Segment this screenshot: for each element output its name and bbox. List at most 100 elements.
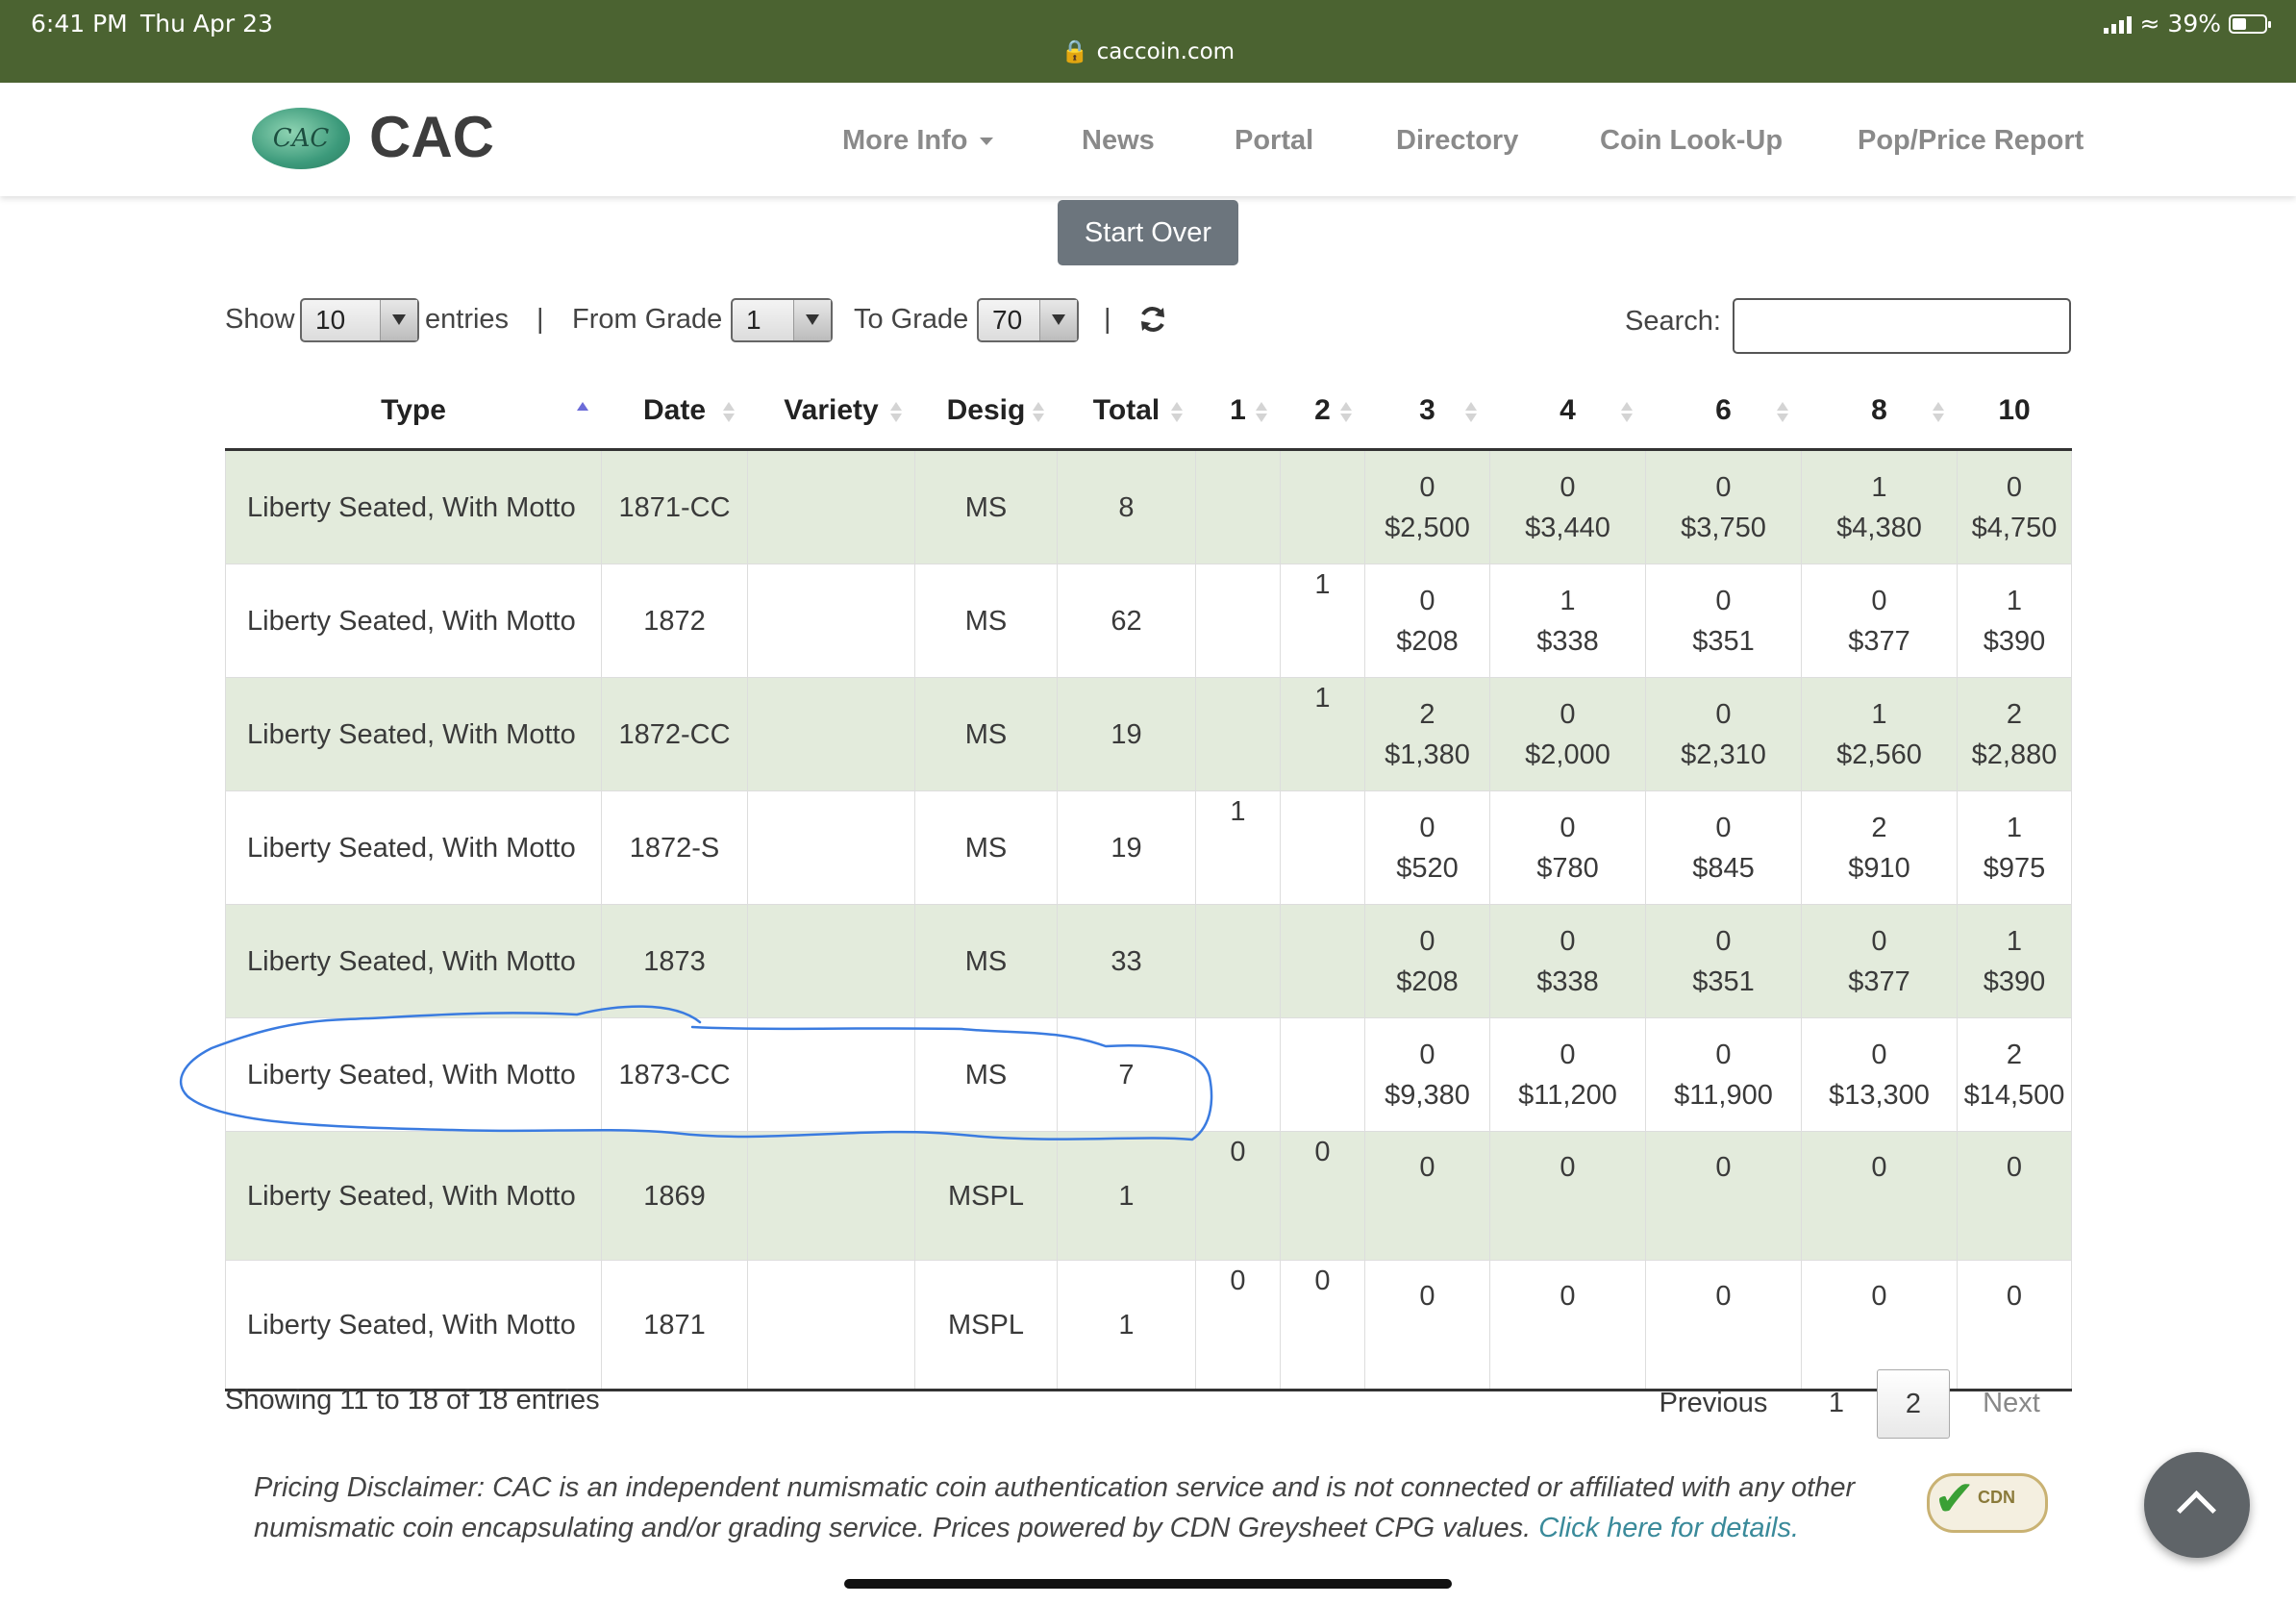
battery-icon [2229, 13, 2271, 34]
sort-icon [1620, 402, 1633, 423]
cell-g3: 0 [1364, 1260, 1490, 1391]
cell-g6: 0 [1645, 1131, 1802, 1261]
check-icon: ✔ [1934, 1470, 1976, 1528]
cell-total: 19 [1057, 790, 1196, 905]
grade-count: 0 [1715, 925, 1732, 957]
sort-icon [1170, 402, 1183, 423]
lock-icon: 🔒 [1061, 39, 1089, 64]
cell-grade-1: 0 [1195, 1260, 1281, 1391]
cell-desig: MSPL [914, 1260, 1058, 1391]
grade-count: 0 [1871, 1281, 1887, 1312]
start-over-button[interactable]: Start Over [1058, 200, 1238, 265]
page-2-button[interactable]: 2 [1877, 1369, 1950, 1439]
col-grade-3[interactable]: 3 [1364, 373, 1490, 451]
grade-count: 0 [2006, 471, 2023, 503]
cell-date: 1873 [601, 904, 748, 1018]
nav-directory[interactable]: Directory [1396, 125, 1518, 157]
from-grade-select[interactable]: 1 [731, 298, 833, 342]
grade-price: $1,380 [1385, 739, 1470, 770]
cell-g3: 2 $1,380 [1364, 677, 1490, 791]
col-grade-4[interactable]: 4 [1489, 373, 1646, 451]
col-label: Desig [946, 394, 1026, 426]
col-grade-6[interactable]: 6 [1645, 373, 1802, 451]
scroll-to-top-button[interactable] [2144, 1452, 2250, 1558]
from-grade-value: 1 [746, 305, 761, 335]
sort-icon [1032, 402, 1044, 423]
home-indicator [844, 1579, 1452, 1589]
nav-pop-price-report[interactable]: Pop/Price Report [1858, 125, 2084, 157]
grade-price: $351 [1692, 965, 1755, 997]
cell-date: 1873-CC [601, 1017, 748, 1132]
nav-news[interactable]: News [1082, 125, 1155, 157]
cell-g3: 0 [1364, 1131, 1490, 1261]
cell-type: Liberty Seated, With Motto [225, 1017, 602, 1132]
grade-count: 2 [2006, 1039, 2023, 1070]
grade-count: 1 [1871, 698, 1887, 730]
cell-desig: MS [914, 1017, 1058, 1132]
table-row: Liberty Seated, With Motto 1871 MSPL 1 0 0 0 0 0… [225, 1260, 2072, 1391]
col-total[interactable]: Total [1057, 373, 1196, 451]
cell-g3: 0 $208 [1364, 904, 1490, 1018]
col-grade-8[interactable]: 8 [1801, 373, 1958, 451]
table-row: Liberty Seated, With Motto 1872-S MS 19 1 0 $5… [225, 790, 2072, 905]
search-input[interactable] [1733, 298, 2071, 354]
from-grade-label: From Grade [572, 304, 723, 335]
separator: | [537, 304, 544, 335]
cell-grade-1 [1195, 449, 1281, 564]
grade-count: 0 [1715, 1152, 1732, 1183]
site-brand[interactable]: CAC [369, 104, 494, 170]
grade-price: $4,380 [1836, 512, 1922, 543]
cell-g8: 0 $13,300 [1801, 1017, 1958, 1132]
grade-count: 0 [1560, 698, 1576, 730]
col-grade-1[interactable]: 1 [1195, 373, 1281, 451]
grade-price: $2,500 [1385, 512, 1470, 543]
cell-g10: 1 $975 [1957, 790, 2072, 905]
col-grade-10[interactable]: 10 [1957, 373, 2072, 451]
col-grade-2[interactable]: 2 [1280, 373, 1365, 451]
page-1-button[interactable]: 1 [1808, 1369, 1865, 1437]
cdn-powered-badge[interactable]: ✔ CDN [1927, 1470, 2048, 1533]
to-grade-select[interactable]: 70 [977, 298, 1079, 342]
cell-g8: 0 $377 [1801, 564, 1958, 678]
sort-icon [1932, 402, 1944, 423]
cell-g6: 0 $11,900 [1645, 1017, 1802, 1132]
cell-g4: 0 [1489, 1260, 1646, 1391]
grade-count: 1 [2006, 585, 2023, 616]
col-desig[interactable]: Desig [914, 373, 1058, 451]
cell-variety [747, 564, 915, 678]
nav-more-info[interactable]: More Info [842, 125, 993, 157]
cell-g8: 0 $377 [1801, 904, 1958, 1018]
entries-select[interactable]: 10 [300, 298, 419, 342]
grade-count: 0 [1715, 812, 1732, 843]
address-bar[interactable]: 🔒 caccoin.com [0, 38, 2296, 64]
cell-variety [747, 904, 915, 1018]
next-page-button[interactable]: Next [1973, 1369, 2050, 1437]
grade-count: 0 [1560, 471, 1576, 503]
separator: | [1104, 304, 1111, 335]
col-date[interactable]: Date [601, 373, 748, 451]
sort-icon [1339, 402, 1352, 423]
table-row: Liberty Seated, With Motto 1869 MSPL 1 0 0 0 0 0… [225, 1131, 2072, 1261]
previous-page-button[interactable]: Previous [1646, 1369, 1781, 1437]
grade-price: $9,380 [1385, 1079, 1470, 1111]
cell-date: 1872-CC [601, 677, 748, 791]
col-label: 2 [1314, 394, 1331, 426]
cac-logo[interactable]: CAC [252, 108, 350, 169]
nav-portal[interactable]: Portal [1235, 125, 1313, 157]
cell-desig: MS [914, 790, 1058, 905]
to-grade-value: 70 [992, 305, 1023, 335]
cell-grade-2: 1 [1280, 677, 1365, 791]
details-link[interactable]: Click here for details. [1538, 1513, 1799, 1543]
logo-text: CAC [272, 124, 330, 153]
sort-icon [1464, 402, 1477, 423]
col-variety[interactable]: Variety [747, 373, 915, 451]
cell-g8: 0 [1801, 1131, 1958, 1261]
cell-variety [747, 1131, 915, 1261]
grade-count: 1 [1871, 471, 1887, 503]
col-type[interactable]: Type [225, 373, 602, 451]
cell-g10: 2 $14,500 [1957, 1017, 2072, 1132]
refresh-icon[interactable] [1137, 304, 1168, 335]
table-row: Liberty Seated, With Motto 1873 MS 33 0 $208 0… [225, 904, 2072, 1018]
nav-coin-lookup[interactable]: Coin Look-Up [1600, 125, 1783, 157]
dropdown-arrow-icon [380, 300, 417, 340]
